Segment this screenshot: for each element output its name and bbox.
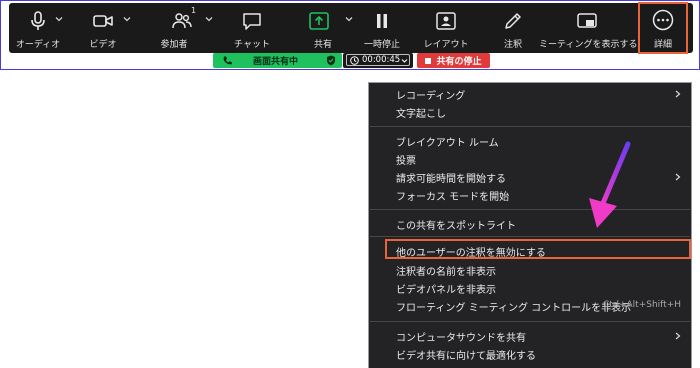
menu-item-spotlight-label: この共有をスポットライト [396, 221, 516, 232]
share-button[interactable]: 共有 [301, 3, 355, 53]
chat-bubble-icon [243, 13, 261, 30]
request-time-chevron-right-icon [675, 173, 681, 181]
menu-item-hide-annotator-names[interactable]: 注釈者の名前を非表示 [396, 263, 496, 278]
share-chevron-down-icon[interactable] [345, 15, 353, 23]
menu-item-focus-mode[interactable]: フォーカス モードを開始 [396, 188, 509, 203]
audio-label: オーディオ [15, 40, 61, 50]
menu-item-poll-label: 投票 [396, 156, 416, 167]
participants-chevron-down-icon[interactable] [205, 15, 213, 23]
menu-item-breakout-label: ブレイクアウト ルーム [396, 138, 499, 149]
participants-label: 参加者 [160, 40, 188, 50]
menu-item-focus-mode-label: フォーカス モードを開始 [396, 192, 510, 203]
clock-icon [350, 56, 359, 65]
chat-label: チャット [234, 40, 270, 50]
menu-item-hide-annotator-label: 注釈者の名前を非表示 [396, 267, 496, 278]
video-chevron-down-icon[interactable] [123, 15, 131, 23]
menu-item-share-sound-label: コンピュータサウンドを共有 [396, 333, 526, 344]
stop-square-icon [425, 57, 432, 64]
menu-item-spotlight[interactable]: この共有をスポットライト [396, 217, 516, 232]
share-label: 共有 [313, 40, 332, 50]
menu-item-hide-floating-label: フローティング ミーティング コントロールを非表示 [396, 303, 632, 314]
timer-text: 00:00:45 [362, 55, 401, 65]
menu-item-hide-video-panel-label: ビデオパネルを非表示 [396, 285, 496, 296]
more-button-highlight [638, 2, 688, 54]
menu-divider [370, 236, 690, 237]
recording-chevron-right-icon [675, 90, 681, 98]
pen-icon [505, 13, 521, 29]
menu-item-request-time-label: 請求可能時間を開始する [396, 174, 506, 185]
audio-button[interactable]: オーディオ [11, 3, 65, 53]
menu-divider [370, 321, 690, 322]
annotation-arrow [589, 141, 631, 228]
participants-icon [172, 13, 192, 29]
menu-item-hide-video-panel[interactable]: ビデオパネルを非表示 [396, 281, 496, 296]
share-sound-chevron-right-icon [675, 332, 681, 340]
show-meeting-window-icon [577, 13, 597, 28]
layout-icon [436, 12, 456, 30]
stop-share-label: 共有の停止 [436, 57, 482, 67]
video-button[interactable]: ビデオ [73, 3, 133, 53]
phone-icon [223, 56, 232, 65]
more-options-menu: レコーディング 文字起こし ブレイクアウト ルーム 投票 請求可能時間を開始する… [368, 82, 692, 368]
menu-item-recording-label: レコーディング [396, 91, 466, 102]
menu-divider [370, 126, 690, 127]
pause-icon [377, 14, 387, 28]
disable-annotation-highlight [385, 239, 691, 259]
annotate-button[interactable]: 注釈 [493, 3, 533, 53]
timer-bar[interactable]: 00:00:45 [343, 53, 413, 68]
layout-button[interactable]: レイアウト [421, 3, 471, 53]
pause-label: 一時停止 [363, 40, 400, 50]
share-screen-icon [309, 12, 329, 30]
audio-chevron-down-icon[interactable] [55, 15, 63, 23]
meeting-toolbar-frame: オーディオ ビデオ 1 参加者 チャット 共有 一時停止 レイアウト 注釈 ミー… [0, 0, 700, 70]
menu-item-share-computer-sound[interactable]: コンピュータサウンドを共有 [396, 329, 526, 344]
video-label: ビデオ [89, 40, 117, 50]
annotate-label: 注釈 [503, 40, 522, 50]
timer-dropdown[interactable]: 00:00:45 [346, 54, 410, 66]
menu-item-breakout-rooms[interactable]: ブレイクアウト ルーム [396, 134, 499, 149]
show-meeting-label: ミーティングを表示する [539, 40, 638, 50]
participants-count-badge: 1 [191, 6, 197, 15]
show-meeting-button[interactable]: ミーティングを表示する [539, 3, 638, 53]
pause-share-button[interactable]: 一時停止 [355, 3, 409, 53]
menu-item-optimize-video[interactable]: ビデオ共有に向けて最適化する [396, 347, 536, 362]
menu-item-transcript[interactable]: 文字起こし [396, 105, 446, 120]
sharing-status-bar: 画面共有中 [213, 53, 342, 68]
menu-item-poll[interactable]: 投票 [396, 152, 416, 167]
shield-check-icon [327, 55, 335, 66]
menu-item-optimize-label: ビデオ共有に向けて最適化する [396, 351, 536, 362]
menu-divider [370, 209, 690, 210]
menu-item-request-time[interactable]: 請求可能時間を開始する [396, 170, 506, 185]
sharing-status-text: 画面共有中 [253, 57, 299, 67]
chat-button[interactable]: チャット [227, 3, 277, 53]
menu-item-transcript-label: 文字起こし [396, 109, 446, 120]
layout-label: レイアウト [423, 40, 469, 50]
video-camera-icon [93, 15, 113, 27]
microphone-icon [31, 11, 45, 30]
stop-share-button[interactable]: 共有の停止 [417, 53, 490, 68]
participants-button[interactable]: 1 参加者 [149, 3, 215, 53]
meeting-toolbar: オーディオ ビデオ 1 参加者 チャット 共有 一時停止 レイアウト 注釈 ミー… [9, 3, 693, 53]
timer-chevron-down-icon [401, 59, 408, 63]
menu-item-hide-floating-controls[interactable]: フローティング ミーティング コントロールを非表示 [396, 299, 631, 314]
hide-floating-shortcut: Ctrl+Alt+Shift+H [602, 300, 681, 310]
menu-item-recording[interactable]: レコーディング [396, 87, 465, 102]
